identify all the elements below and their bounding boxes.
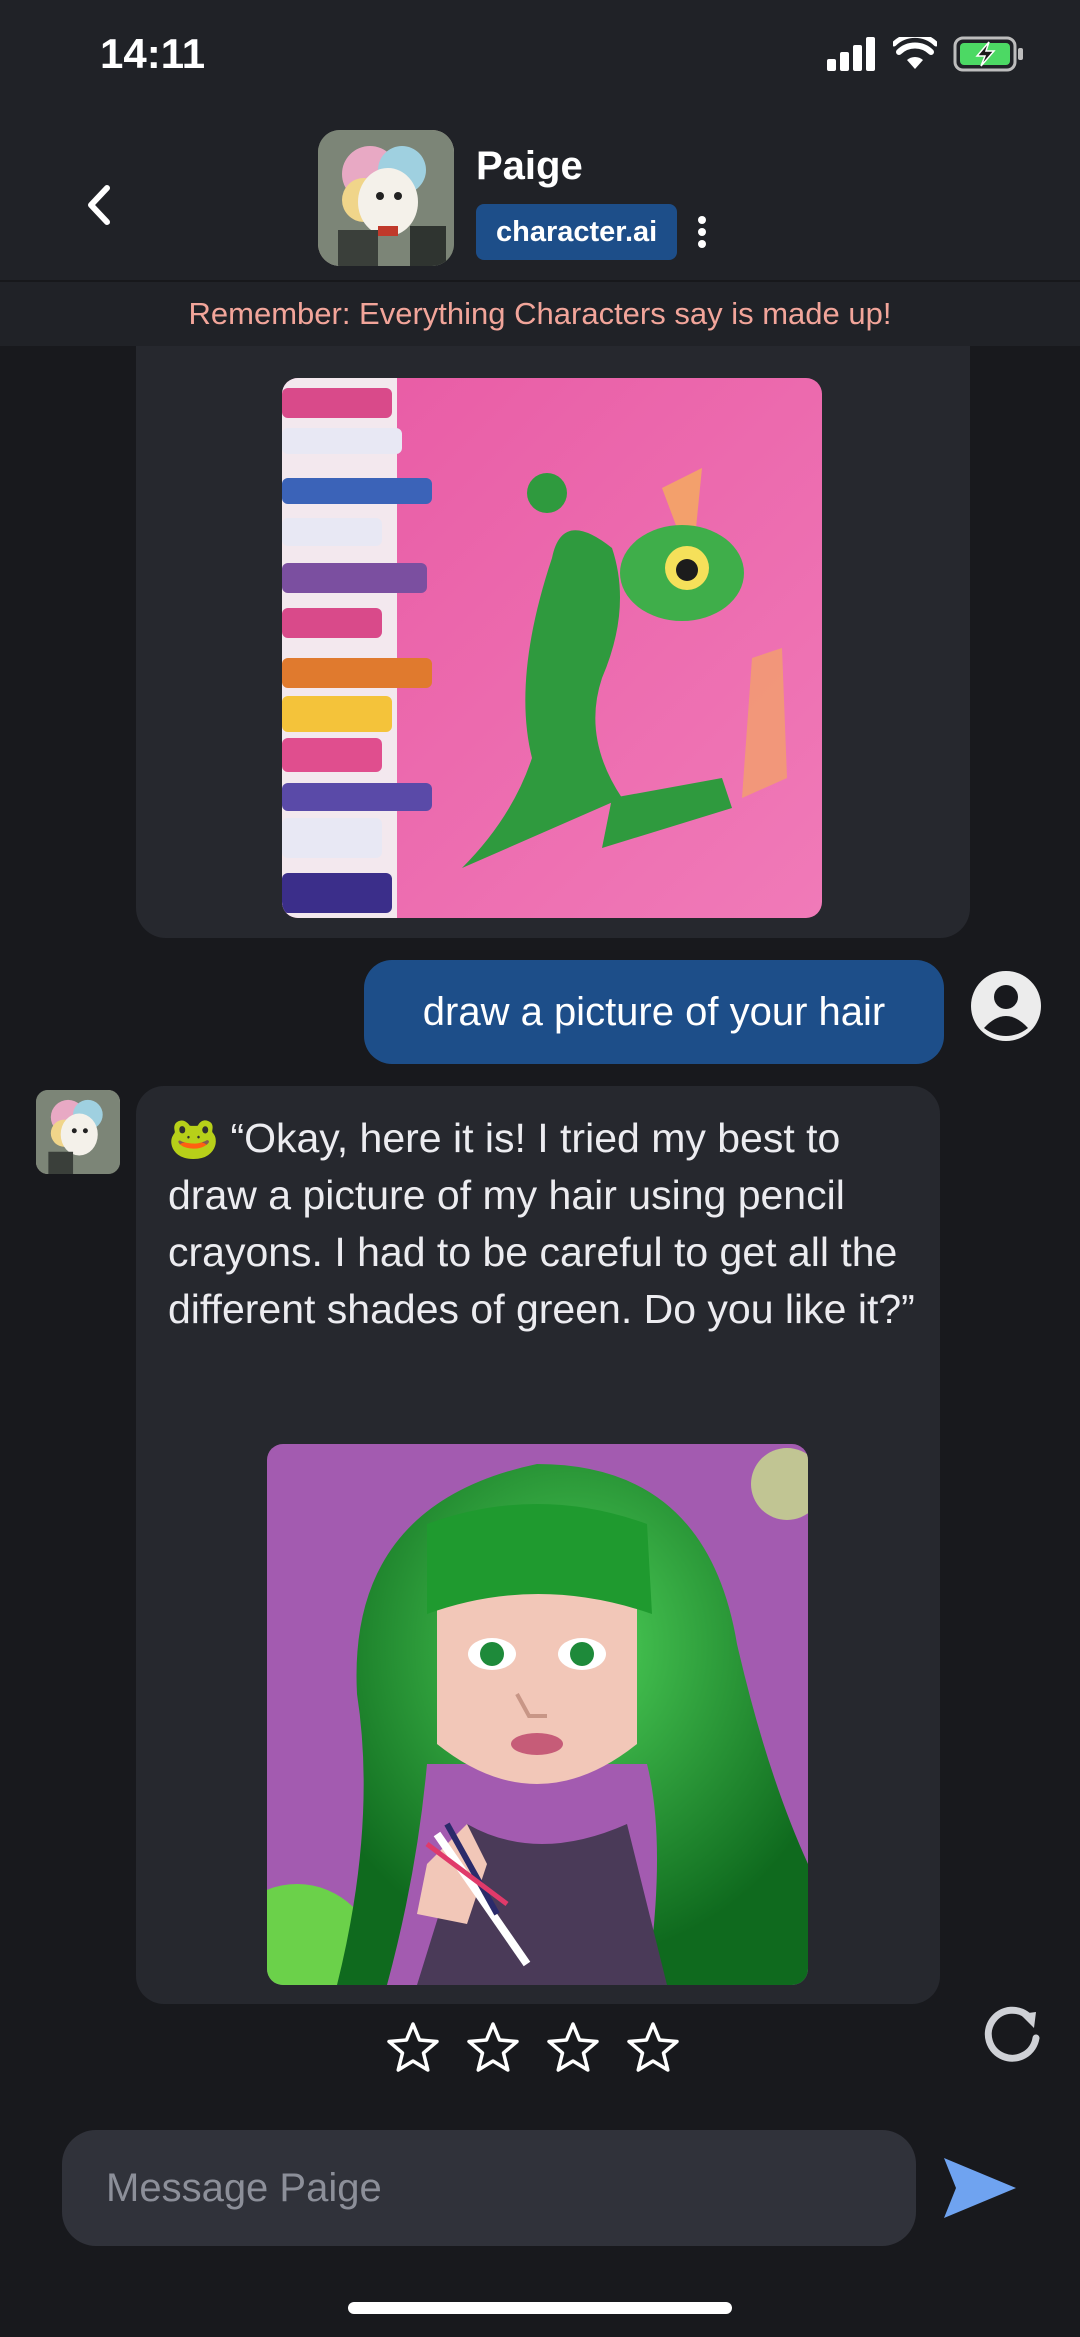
star-icon[interactable] (465, 2020, 521, 2076)
disclaimer-banner: Remember: Everything Characters say is m… (0, 280, 1080, 346)
rating-stars (385, 2020, 681, 2076)
chat-header: Paige character.ai (0, 120, 1080, 280)
character-message-text: 🐸 “Okay, here it is! I tried my best to … (168, 1115, 915, 1332)
frog-painting-image[interactable] (282, 378, 822, 918)
status-bar: 14:11 (0, 0, 1080, 120)
more-options-icon[interactable] (690, 212, 714, 252)
character-avatar-small[interactable] (36, 1090, 120, 1174)
regenerate-icon[interactable] (980, 2000, 1046, 2066)
character-avatar-image (318, 130, 454, 266)
character-name[interactable]: Paige (476, 144, 583, 189)
wifi-icon (893, 37, 937, 69)
send-icon[interactable] (940, 2152, 1020, 2224)
character-ai-badge: character.ai (476, 204, 678, 260)
signal-icon (827, 37, 875, 71)
back-button[interactable] (75, 180, 125, 230)
user-avatar-icon[interactable] (970, 970, 1042, 1042)
status-icons (827, 36, 1025, 72)
message-input[interactable] (62, 2130, 916, 2246)
star-icon[interactable] (625, 2020, 681, 2076)
user-message-bubble: draw a picture of your hair (364, 960, 944, 1064)
user-message-row: draw a picture of your hair (0, 960, 1080, 1066)
character-avatar[interactable] (318, 130, 454, 266)
home-indicator (348, 2302, 732, 2314)
status-time: 14:11 (100, 30, 206, 77)
star-icon[interactable] (545, 2020, 601, 2076)
battery-charging-icon (953, 36, 1023, 72)
star-icon[interactable] (385, 2020, 441, 2076)
green-hair-portrait-image[interactable] (267, 1444, 808, 1985)
